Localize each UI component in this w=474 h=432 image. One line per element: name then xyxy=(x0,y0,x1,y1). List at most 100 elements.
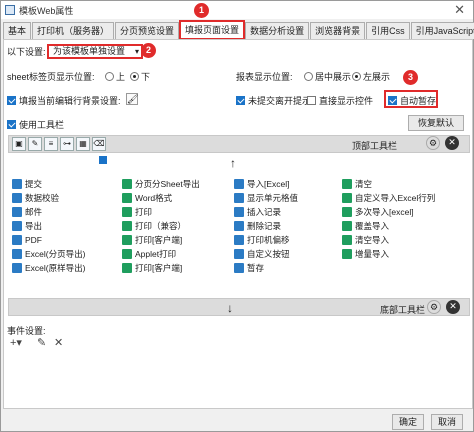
settings-gear-icon[interactable]: ⚙ xyxy=(426,136,440,150)
tab-printer-server[interactable]: 打印机（服务器） xyxy=(32,22,115,39)
toolbar-button-label: 清空 xyxy=(355,179,373,189)
toolbar-button-option[interactable]: Excel(原样导出) xyxy=(12,262,85,274)
toolbar-button-option[interactable]: 分页分Sheet导出 xyxy=(122,178,200,190)
toolbar-button-option[interactable]: 清空导入 xyxy=(342,234,389,246)
toolbar-button-option[interactable]: 删除记录 xyxy=(234,220,281,232)
grid-icon[interactable]: ▦ xyxy=(76,137,90,151)
down-arrow-icon[interactable]: ↓ xyxy=(227,301,233,315)
close-icon[interactable]: ✕ xyxy=(454,2,465,18)
edit-icon[interactable]: ✎ xyxy=(37,336,46,349)
eraser-icon[interactable]: ⌫ xyxy=(92,137,106,151)
delete-x-icon[interactable]: ✕ xyxy=(445,136,459,150)
scope-select[interactable]: 为该模板单独设置 ▾ xyxy=(47,44,143,59)
tab-fill-page-settings[interactable]: 填报页面设置 xyxy=(179,20,246,40)
tab-basic[interactable]: 基本 xyxy=(3,22,32,39)
report-position-label: 报表显示位置: xyxy=(236,72,293,82)
toolbar-button-label: 导出 xyxy=(25,221,43,231)
toolbar-button-option[interactable]: 邮件 xyxy=(12,206,42,218)
hierarchy-icon[interactable]: ⊶ xyxy=(60,137,74,151)
toolbar-button-label: 多次导入[excel] xyxy=(355,207,414,217)
cancel-button[interactable]: 取消 xyxy=(431,414,463,430)
button-type-icon xyxy=(234,249,244,259)
toolbar-button-option[interactable]: 增量导入 xyxy=(342,248,389,260)
sheet-position-top-option[interactable]: 上 xyxy=(105,71,125,83)
toolbar-button-option[interactable]: 提交 xyxy=(12,178,42,190)
toolbar-button-option[interactable]: PDF xyxy=(12,234,42,246)
toolbar-button-option[interactable]: 打印[客户端] xyxy=(122,234,182,246)
radio-icon[interactable] xyxy=(105,72,114,81)
toolbar-button-option[interactable]: 多次导入[excel] xyxy=(342,206,414,218)
tab-data-analysis[interactable]: 数据分析设置 xyxy=(245,22,310,39)
add-icon[interactable]: +▾ xyxy=(10,336,22,349)
checkbox-checked-icon[interactable] xyxy=(388,96,397,105)
report-position-left-option[interactable]: 左展示 xyxy=(352,71,390,83)
toolbar-button-option[interactable]: 导入[Excel] xyxy=(234,178,290,190)
report-position-center-label: 居中展示 xyxy=(315,72,352,82)
sheet-position-bottom-option[interactable]: 下 xyxy=(130,71,150,83)
report-position-left-label: 左展示 xyxy=(363,72,391,82)
toolbar-button-option[interactable]: 覆盖导入 xyxy=(342,220,389,232)
toolbar-button-option[interactable]: 暂存 xyxy=(234,262,264,274)
toolbar-button-option[interactable]: 打印 xyxy=(122,206,152,218)
app-icon xyxy=(5,5,15,15)
list-icon[interactable]: ≡ xyxy=(44,137,58,151)
up-arrow-icon[interactable]: ↑ xyxy=(230,156,236,170)
toolbar-button-option[interactable]: Excel(分页导出) xyxy=(12,248,85,260)
use-toolbar-option[interactable]: 使用工具栏 xyxy=(7,119,64,131)
toolbar-button-option[interactable]: Word格式 xyxy=(122,192,172,204)
checkbox-icon[interactable] xyxy=(307,96,316,105)
paint-bucket-icon[interactable]: 🖌 xyxy=(126,93,138,105)
tab-browser-background[interactable]: 浏览器背景 xyxy=(310,22,366,39)
restore-default-button[interactable]: 恢复默认 xyxy=(408,115,464,131)
toolbar-button-option[interactable]: 导出 xyxy=(12,220,42,232)
toolbar-button-label: 打印[客户端] xyxy=(135,263,183,273)
checkbox-checked-icon[interactable] xyxy=(7,96,16,105)
toolbar-button-option[interactable]: 自定义导入Excel行列 xyxy=(342,192,435,204)
row-background-option[interactable]: 填报当前编辑行背景设置: xyxy=(7,95,121,107)
autosave-option[interactable]: 自动暂存 xyxy=(388,95,436,107)
radio-selected-icon[interactable] xyxy=(352,72,361,81)
toolbar-button-option[interactable]: 清空 xyxy=(342,178,372,190)
button-type-icon xyxy=(234,193,244,203)
button-type-icon xyxy=(234,235,244,245)
button-type-icon xyxy=(12,207,22,217)
use-toolbar-label: 使用工具栏 xyxy=(19,120,65,130)
button-type-icon xyxy=(122,221,132,231)
button-type-icon xyxy=(342,193,352,203)
toolbar-button-label: 清空导入 xyxy=(355,235,390,245)
checkbox-checked-icon[interactable] xyxy=(7,120,16,129)
tab-pagination-preview[interactable]: 分页预览设置 xyxy=(115,22,180,39)
unsubmitted-leave-option[interactable]: 未提交离开提示 xyxy=(236,95,311,107)
edit-icon[interactable]: ✎ xyxy=(28,137,42,151)
toolbar-button-option[interactable]: 显示单元格值 xyxy=(234,192,298,204)
scope-label: 以下设置: xyxy=(7,47,46,57)
toolbar-button-option[interactable]: 数据校验 xyxy=(12,192,59,204)
toolbar-button-option[interactable]: 插入记录 xyxy=(234,206,281,218)
report-position-center-option[interactable]: 居中展示 xyxy=(304,71,351,83)
top-toolbar-label: 顶部工具栏 xyxy=(352,141,398,151)
toolbar-button-label: 暂存 xyxy=(247,263,265,273)
toolbar-button-option[interactable]: 打印（兼容） xyxy=(122,220,186,232)
settings-gear-icon[interactable]: ⚙ xyxy=(427,300,441,314)
toolbar-button-label: 数据校验 xyxy=(25,193,60,203)
toolbar-button-label: 邮件 xyxy=(25,207,43,217)
radio-icon[interactable] xyxy=(304,72,313,81)
toolbar-button-label: 自定义按钮 xyxy=(247,249,290,259)
toolbar-button-option[interactable]: 打印机偏移 xyxy=(234,234,290,246)
tab-reference-javascript[interactable]: 引用JavaScript xyxy=(410,22,474,39)
toolbar-button-label: 打印机偏移 xyxy=(247,235,290,245)
callout-badge-1: 1 xyxy=(194,3,209,18)
toolbar-button-option[interactable]: 自定义按钮 xyxy=(234,248,290,260)
delete-icon[interactable]: ✕ xyxy=(54,336,63,349)
toolbar-button-label: Excel(分页导出) xyxy=(25,249,86,259)
save-icon[interactable]: ▣ xyxy=(12,137,26,151)
direct-control-option[interactable]: 直接显示控件 xyxy=(307,95,373,107)
radio-selected-icon[interactable] xyxy=(130,72,139,81)
toolbar-button-option[interactable]: 打印[客户端] xyxy=(122,262,182,274)
delete-x-icon[interactable]: ✕ xyxy=(446,300,460,314)
tab-reference-css[interactable]: 引用Css xyxy=(366,22,410,39)
checkbox-checked-icon[interactable] xyxy=(236,96,245,105)
toolbar-button-option[interactable]: Applet打印 xyxy=(122,248,176,260)
ok-button[interactable]: 确定 xyxy=(392,414,424,430)
button-type-icon xyxy=(342,179,352,189)
